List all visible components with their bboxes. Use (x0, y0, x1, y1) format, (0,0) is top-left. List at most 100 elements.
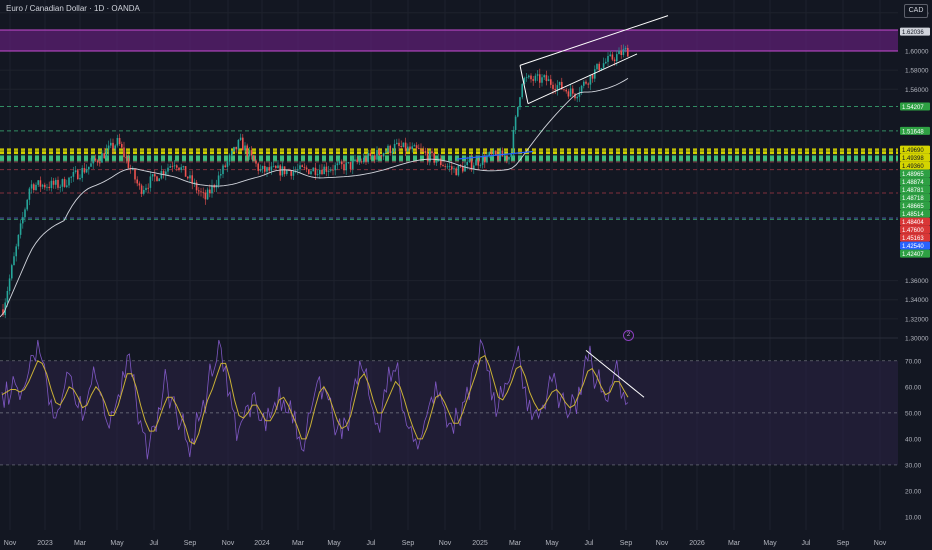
candle-body (479, 164, 482, 166)
candle-body (237, 139, 240, 150)
candle-body (616, 54, 618, 62)
candle-body (178, 167, 180, 170)
candle-body (57, 179, 59, 188)
candle-body (345, 162, 347, 171)
price-label: 1.47600 (902, 228, 924, 234)
chart-title: Euro / Canadian Dollar · 1D · OANDA (6, 4, 140, 13)
candle-body (134, 168, 136, 180)
candle-body (81, 168, 83, 178)
candle-body (404, 142, 407, 151)
candle-body (37, 180, 39, 185)
rsi-tick-label: 50.00 (905, 410, 922, 417)
candle-body (266, 167, 268, 172)
candle-body (114, 145, 116, 150)
candle-body (517, 106, 519, 117)
candle-body (442, 165, 444, 167)
candle-body (165, 171, 167, 175)
candle-body (613, 59, 616, 62)
price-label: 1.48965 (902, 172, 924, 178)
candle-body (400, 146, 402, 147)
candle-body (123, 147, 125, 158)
candle-body (413, 145, 416, 147)
candle-body (173, 165, 176, 167)
eurcad-chart[interactable]: 1.640001.600001.580001.560001.360001.340… (0, 0, 932, 550)
candle-body (534, 75, 537, 81)
candle-body (195, 182, 198, 191)
price-label: 1.54207 (902, 105, 924, 111)
candle-body (332, 169, 334, 171)
candle-body (77, 170, 79, 180)
candle-body (369, 153, 372, 157)
candle-body (116, 137, 119, 146)
candle-body (512, 130, 515, 155)
candle-body (198, 190, 200, 192)
candle-body (92, 158, 94, 164)
candle-body (567, 91, 570, 97)
candle-body (250, 150, 253, 156)
candle-body (393, 143, 396, 152)
rsi-tick-label: 30.00 (905, 462, 922, 469)
candle-body (6, 290, 9, 303)
candle-body (490, 152, 493, 155)
rsi-alert-badge[interactable]: 2 (623, 330, 634, 341)
candle-body (156, 176, 158, 182)
rsi-tick-label: 20.00 (905, 488, 922, 495)
price-tick-label: 1.34000 (905, 297, 929, 304)
time-tick-label: Sep (620, 540, 633, 547)
time-tick-label: 2023 (37, 540, 53, 547)
candle-body (39, 180, 42, 187)
candle-body (569, 88, 572, 97)
candle-body (367, 153, 369, 162)
candle-body (327, 170, 330, 172)
time-tick-label: May (545, 540, 559, 547)
candle-body (220, 174, 222, 176)
candle-body (558, 81, 561, 86)
candle-body (589, 74, 592, 85)
candle-body (228, 155, 231, 162)
candle-body (420, 149, 422, 150)
price-label: 1.48514 (902, 212, 924, 218)
candle-body (486, 156, 488, 163)
candle-body (376, 150, 378, 160)
time-tick-label: Mar (728, 540, 741, 547)
candle-body (209, 189, 211, 194)
candle-body (235, 146, 237, 150)
candle-body (182, 166, 185, 168)
candle-body (11, 265, 13, 279)
candle-body (171, 166, 174, 167)
candle-body (519, 97, 521, 107)
candle-body (147, 187, 149, 189)
candle-body (541, 77, 543, 83)
rsi-tick-label: 60.00 (905, 384, 922, 391)
candle-body (110, 142, 112, 146)
candle-body (391, 151, 394, 154)
candle-body (224, 165, 226, 167)
candle-body (103, 153, 105, 159)
candle-body (325, 166, 328, 172)
candle-body (433, 153, 435, 163)
candle-body (618, 50, 620, 55)
candle-body (598, 63, 600, 71)
candle-body (583, 81, 585, 86)
candle-body (259, 169, 262, 171)
rsi-tick-label: 10.00 (905, 514, 922, 521)
candle-body (431, 151, 433, 154)
price-tick-label: 1.60000 (905, 49, 929, 56)
candle-body (255, 160, 257, 164)
price-label: 1.48781 (902, 188, 924, 194)
candle-body (66, 185, 68, 187)
candle-body (143, 190, 145, 194)
candle-body (338, 161, 341, 164)
time-tick-label: Nov (222, 540, 235, 547)
price-axis[interactable]: 1.640001.600001.580001.560001.360001.340… (898, 0, 932, 550)
candle-body (605, 61, 607, 64)
rsi-tick-label: 70.00 (905, 358, 922, 365)
time-tick-label: Sep (402, 540, 415, 547)
candle-body (200, 191, 202, 193)
time-tick-label: Jul (802, 540, 811, 547)
candle-body (85, 169, 88, 173)
candle-body (24, 209, 26, 218)
candle-body (446, 166, 449, 168)
currency-button[interactable]: CAD (904, 4, 928, 18)
candle-body (514, 116, 517, 131)
